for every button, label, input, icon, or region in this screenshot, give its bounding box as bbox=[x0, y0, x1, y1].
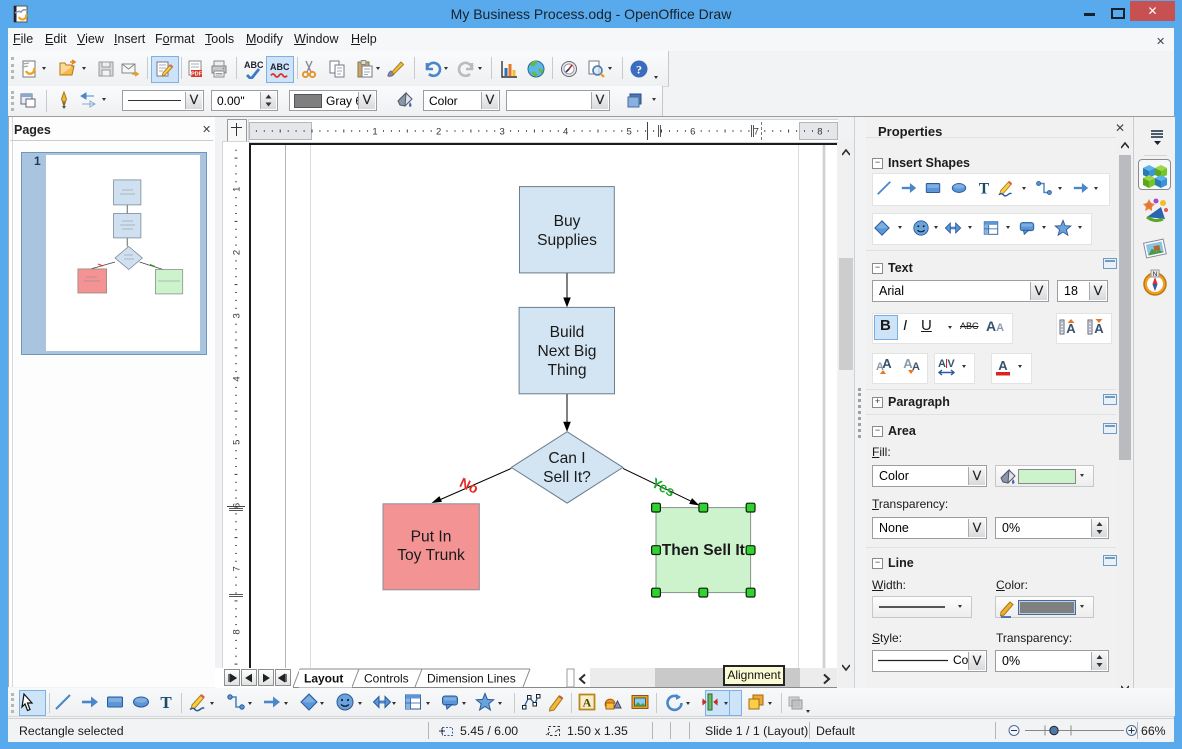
svg-text:Can I: Can I bbox=[548, 450, 585, 467]
svg-text:No: No bbox=[457, 474, 481, 496]
svg-text:?: ? bbox=[636, 63, 642, 77]
svg-text:A: A bbox=[912, 361, 920, 373]
svg-text:PDF: PDF bbox=[191, 72, 203, 78]
svg-text:8: 8 bbox=[232, 629, 243, 634]
svg-text:4: 4 bbox=[563, 127, 568, 138]
svg-text:N: N bbox=[1153, 271, 1158, 278]
svg-text:A: A bbox=[882, 357, 892, 371]
svg-text:8: 8 bbox=[817, 127, 822, 138]
svg-text:Yes: Yes bbox=[649, 474, 678, 500]
svg-text:Sell It?: Sell It? bbox=[543, 469, 591, 486]
svg-text:Build: Build bbox=[550, 324, 585, 341]
svg-text:4: 4 bbox=[232, 376, 243, 381]
svg-text:5: 5 bbox=[232, 440, 243, 445]
svg-text:7: 7 bbox=[754, 127, 759, 138]
svg-text:2: 2 bbox=[232, 250, 243, 255]
svg-text:ABC: ABC bbox=[244, 60, 263, 70]
svg-text:6: 6 bbox=[690, 127, 695, 138]
svg-text:1: 1 bbox=[232, 187, 243, 192]
svg-text:Next Big: Next Big bbox=[538, 343, 597, 360]
svg-text:Then Sell It: Then Sell It bbox=[662, 542, 745, 559]
svg-text:ABC: ABC bbox=[270, 62, 289, 72]
svg-text:T: T bbox=[160, 693, 172, 712]
svg-text:Dimension Lines: Dimension Lines bbox=[427, 672, 516, 686]
svg-text:T: T bbox=[979, 180, 989, 197]
svg-text:7: 7 bbox=[232, 566, 243, 571]
svg-text:A: A bbox=[938, 358, 946, 370]
svg-text:Toy Trunk: Toy Trunk bbox=[397, 547, 465, 564]
svg-text:6: 6 bbox=[232, 503, 243, 508]
svg-text:Layout: Layout bbox=[304, 672, 343, 686]
svg-text:A: A bbox=[1094, 321, 1104, 336]
svg-text:Buy: Buy bbox=[554, 213, 581, 230]
svg-text:Controls: Controls bbox=[364, 672, 409, 686]
svg-text:A: A bbox=[583, 696, 592, 710]
svg-text:3: 3 bbox=[499, 127, 504, 138]
svg-text:A: A bbox=[998, 358, 1008, 373]
svg-text:3: 3 bbox=[232, 313, 243, 318]
svg-text:5: 5 bbox=[627, 127, 632, 138]
svg-text:V: V bbox=[947, 358, 955, 370]
svg-text:A: A bbox=[1066, 321, 1076, 336]
svg-text:Thing: Thing bbox=[547, 362, 586, 379]
svg-text:2: 2 bbox=[436, 127, 441, 138]
svg-text:Put In: Put In bbox=[411, 529, 452, 546]
svg-text:1: 1 bbox=[372, 127, 377, 138]
svg-text:Supplies: Supplies bbox=[537, 232, 597, 249]
